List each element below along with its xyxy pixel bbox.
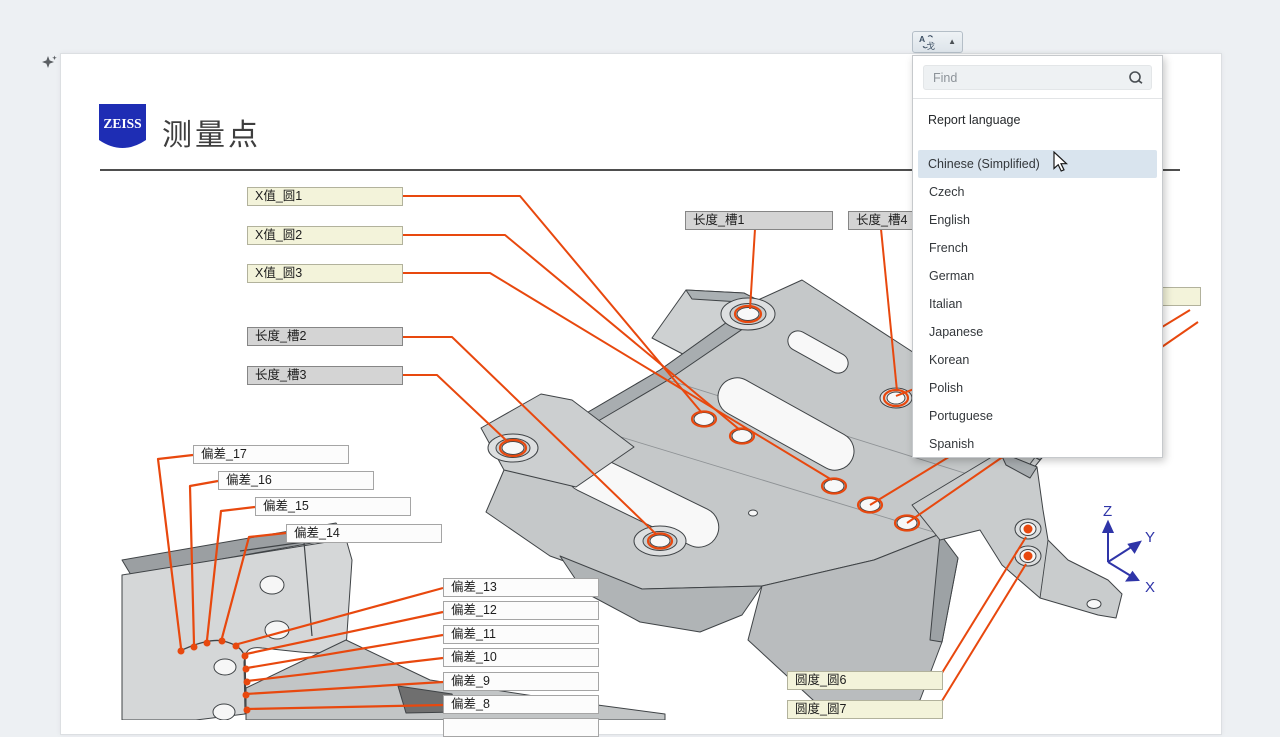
annotation-label: 偏差_15 xyxy=(255,497,411,516)
svg-text:ZEISS: ZEISS xyxy=(103,116,141,131)
language-option[interactable]: Polish xyxy=(914,374,1161,402)
annotation-label: X值_圆1 xyxy=(247,187,403,206)
annotation-label: 偏差_16 xyxy=(218,471,374,490)
language-list: Chinese (Simplified)CzechEnglishFrenchGe… xyxy=(913,150,1162,458)
annotation-label: 偏差_8 xyxy=(443,695,599,714)
annotation-label: 长度_槽1 xyxy=(685,211,833,230)
find-row xyxy=(913,56,1162,99)
language-option[interactable]: French xyxy=(914,234,1161,262)
report-language-dropdown: Report language Chinese (Simplified)Czec… xyxy=(912,55,1163,458)
report-language-button[interactable]: A 戈 ▲ xyxy=(912,31,963,53)
annotation-label: 偏差_11 xyxy=(443,625,599,644)
annotation-label: X值_圆3 xyxy=(247,264,403,283)
zeiss-logo: ZEISS xyxy=(99,104,146,151)
annotation-label: 偏差_14 xyxy=(286,524,442,543)
language-option[interactable]: Chinese (Simplified) xyxy=(918,150,1157,178)
annotation-label: 偏差_12 xyxy=(443,601,599,620)
translate-icon: A 戈 xyxy=(919,34,937,50)
find-input[interactable] xyxy=(923,65,1152,90)
annotation-label: 长度_槽3 xyxy=(247,366,403,385)
svg-text:Z: Z xyxy=(1103,503,1112,520)
language-option[interactable]: Korean xyxy=(914,346,1161,374)
language-option[interactable]: German xyxy=(914,262,1161,290)
language-option[interactable]: Italian xyxy=(914,290,1161,318)
language-option[interactable]: Czech xyxy=(914,178,1161,206)
language-option[interactable]: Japanese xyxy=(914,318,1161,346)
page-title: 测量点 xyxy=(162,110,261,154)
annotation-label: 长度_槽2 xyxy=(247,327,403,346)
annotation-label: 偏差_9 xyxy=(443,672,599,691)
language-option[interactable]: Spanish xyxy=(914,430,1161,458)
section-label: Report language xyxy=(913,99,1162,151)
language-option[interactable]: Portuguese xyxy=(914,402,1161,430)
mouse-cursor xyxy=(1053,151,1073,178)
annotation-label: 偏差_13 xyxy=(443,578,599,597)
annotation-label: X值_圆2 xyxy=(247,226,403,245)
annotation-label: 偏差_17 xyxy=(193,445,349,464)
svg-text:A: A xyxy=(919,34,925,44)
chevron-up-icon: ▲ xyxy=(948,38,956,46)
magnifier-icon xyxy=(1128,70,1144,86)
annotation-label: 圆度_圆6 xyxy=(787,671,943,690)
annotation-label xyxy=(443,718,599,737)
annotation-label: 圆度_圆7 xyxy=(787,700,943,719)
coordinate-triad: Z Y X xyxy=(1085,498,1175,608)
svg-text:Y: Y xyxy=(1145,529,1155,546)
language-option[interactable]: English xyxy=(914,206,1161,234)
annotation-label: 偏差_10 xyxy=(443,648,599,667)
svg-text:X: X xyxy=(1145,579,1155,596)
svg-text:戈: 戈 xyxy=(927,41,936,50)
